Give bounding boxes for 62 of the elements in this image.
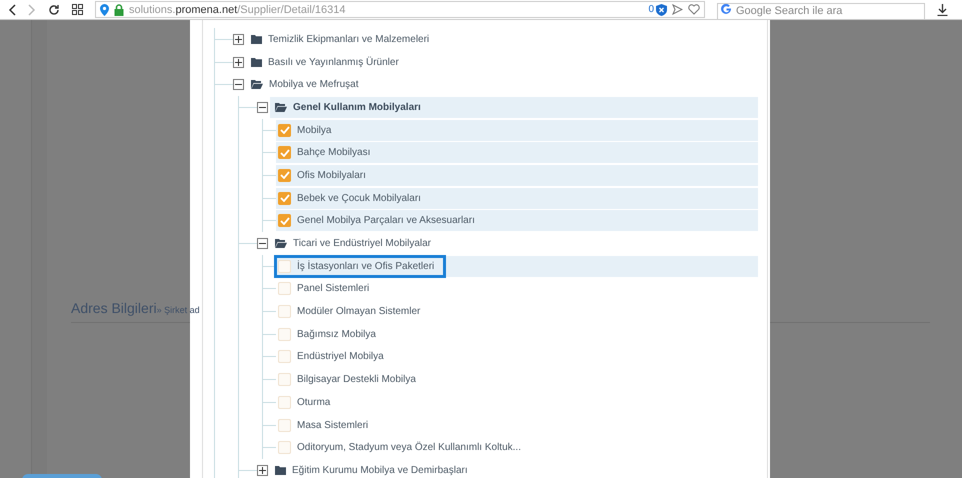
folder-icon (275, 102, 287, 112)
tree-item[interactable]: Mobilya (276, 120, 336, 140)
shield-icon[interactable] (656, 4, 667, 16)
forward-icon[interactable] (28, 4, 36, 16)
checkbox[interactable] (278, 418, 291, 432)
url-text: solutions.promena.net/Supplier/Detail/16314 (129, 4, 346, 16)
checkbox[interactable] (278, 124, 291, 137)
folder-icon (275, 466, 286, 475)
checkbox[interactable] (278, 373, 291, 386)
tree-item[interactable]: Ofis Mobilyaları (276, 166, 370, 185)
folder-icon (275, 239, 287, 248)
download-icon[interactable] (937, 4, 948, 16)
grid-icon[interactable] (72, 4, 83, 15)
tree-item[interactable]: Oditoryum, Stadyum veya Özel Kullanımlı Koltuk... (276, 438, 525, 458)
tree-item[interactable]: Temizlik Ekipmanları ve Malzemeleri (249, 30, 434, 49)
folder-icon (251, 58, 262, 67)
tree-item[interactable]: Bağımsız Mobilya (276, 324, 380, 344)
checkbox[interactable] (278, 168, 291, 182)
checkbox[interactable] (278, 441, 291, 454)
tree-item[interactable]: Oturma (276, 392, 334, 412)
section-heading: Adres Bilgileri (71, 300, 157, 316)
checkbox[interactable] (278, 305, 291, 318)
checkbox[interactable] (278, 282, 291, 296)
send-icon[interactable] (672, 4, 683, 15)
location-pin-icon[interactable] (100, 4, 109, 16)
address-bar[interactable]: solutions.promena.net/Supplier/Detail/16314 0 (95, 1, 705, 18)
counter-text: 0 (648, 4, 654, 15)
tree-item[interactable]: Modüler Olmayan Sistemler (276, 302, 424, 322)
tree-item[interactable]: İş İstasyonları ve Ofis Paketleri (276, 256, 444, 276)
tree-item[interactable]: Bebek ve Çocuk Mobilyaları (276, 188, 425, 208)
reload-icon[interactable] (48, 4, 60, 16)
expand-toggle[interactable] (257, 464, 268, 476)
tree-item[interactable]: Mobilya ve Mefruşat (249, 75, 362, 94)
tree-item[interactable]: Bahçe Mobilyası (276, 143, 374, 162)
checkbox[interactable] (278, 328, 291, 341)
expand-toggle[interactable] (233, 34, 244, 45)
tree-item[interactable]: Eğitim Kurumu Mobilya ve Demirbaşları (273, 460, 472, 478)
expand-toggle[interactable] (233, 79, 244, 90)
tree-item[interactable]: Genel Kullanım Mobilyaları (273, 98, 425, 117)
tree-item[interactable]: Ticari ve Endüstriyel Mobilyalar (273, 234, 436, 254)
checkbox[interactable] (278, 146, 291, 160)
tree-item[interactable]: Endüstriyel Mobilya (276, 347, 388, 366)
checkbox[interactable] (278, 350, 291, 364)
checkbox[interactable] (278, 396, 291, 409)
checkbox[interactable] (278, 260, 291, 273)
tree-item[interactable]: Masa Sistemleri (276, 416, 372, 435)
tree-item[interactable]: Bilgisayar Destekli Mobilya (276, 370, 420, 390)
folder-icon (251, 80, 263, 90)
checkbox[interactable] (278, 214, 291, 228)
tree-item[interactable]: Basılı ve Yayınlanmış Ürünler (249, 52, 403, 72)
breadcrumb-text: » Şirket ad (156, 305, 200, 315)
tree-item[interactable]: Genel Mobilya Parçaları ve Aksesuarları (276, 211, 479, 230)
heart-icon[interactable] (688, 4, 700, 15)
folder-icon (251, 34, 262, 44)
tree-item[interactable]: Panel Sistemleri (276, 279, 374, 298)
checkbox[interactable] (278, 192, 291, 205)
search-field[interactable]: Google Search ile ara (717, 2, 925, 20)
back-icon[interactable] (8, 4, 16, 16)
lock-icon[interactable] (114, 4, 124, 16)
expand-toggle[interactable] (257, 102, 268, 113)
expand-toggle[interactable] (257, 238, 268, 250)
expand-toggle[interactable] (233, 56, 244, 68)
